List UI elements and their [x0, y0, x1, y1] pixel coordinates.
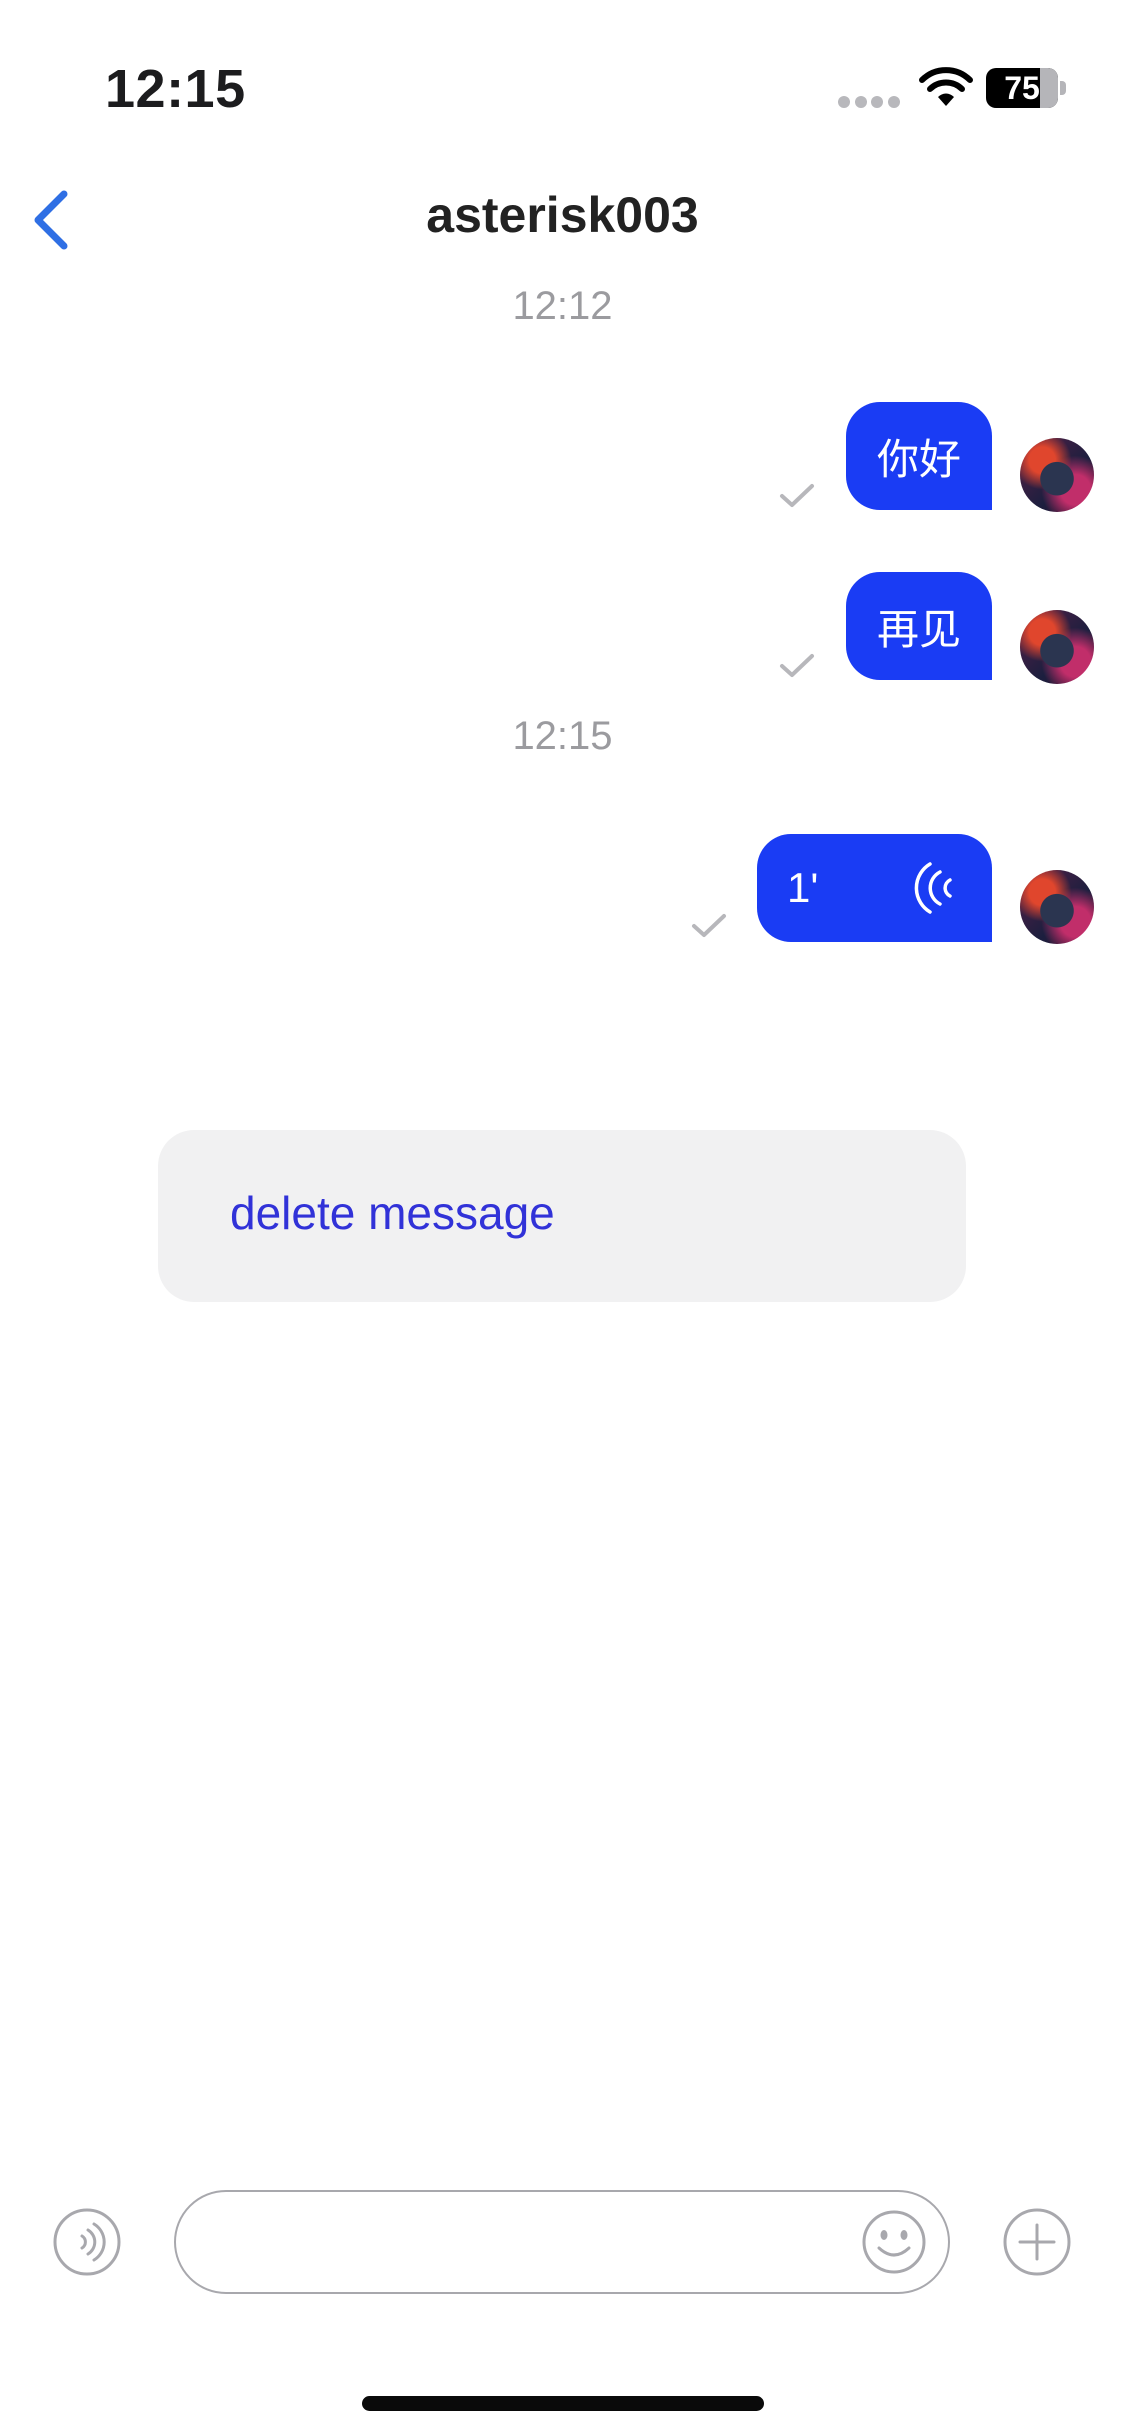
- message-text: 再见: [876, 605, 961, 653]
- sent-check-icon: [780, 654, 814, 677]
- smiley-icon: [862, 2210, 926, 2274]
- context-menu: delete message: [158, 1130, 966, 1302]
- message-text: 你好: [876, 435, 961, 483]
- timestamp-separator: 12:12: [512, 284, 613, 328]
- voice-message-bubble[interactable]: 1': [757, 834, 992, 942]
- avatar[interactable]: [1020, 438, 1094, 512]
- avatar[interactable]: [1020, 610, 1094, 684]
- sent-check-icon: [780, 484, 814, 507]
- status-time: 12:15: [105, 59, 246, 119]
- message-bubble[interactable]: 你好: [846, 402, 992, 510]
- voice-wave-icon: [80, 2222, 106, 2262]
- voice-input-button[interactable]: [52, 2207, 122, 2277]
- wifi-icon: [919, 67, 973, 106]
- avatar[interactable]: [1020, 870, 1094, 944]
- delete-message-button[interactable]: delete message: [230, 1186, 555, 1240]
- voice-wave-icon: [914, 862, 952, 914]
- voice-duration: 1': [787, 864, 819, 911]
- battery-icon: 75: [986, 68, 1066, 110]
- message-input[interactable]: [216, 2212, 820, 2274]
- cellular-signal-icon: [838, 96, 900, 110]
- message-input-container: [174, 2190, 950, 2294]
- timestamp-separator: 12:15: [512, 714, 613, 758]
- sent-check-icon: [692, 914, 726, 937]
- chat-title: asterisk003: [426, 187, 699, 243]
- battery-level: 75: [1004, 70, 1040, 106]
- home-indicator[interactable]: [362, 2396, 764, 2411]
- emoji-button[interactable]: [860, 2208, 928, 2276]
- plus-circle-icon: [1003, 2208, 1071, 2276]
- more-options-button[interactable]: [1002, 2207, 1072, 2277]
- message-bubble[interactable]: 再见: [846, 572, 992, 680]
